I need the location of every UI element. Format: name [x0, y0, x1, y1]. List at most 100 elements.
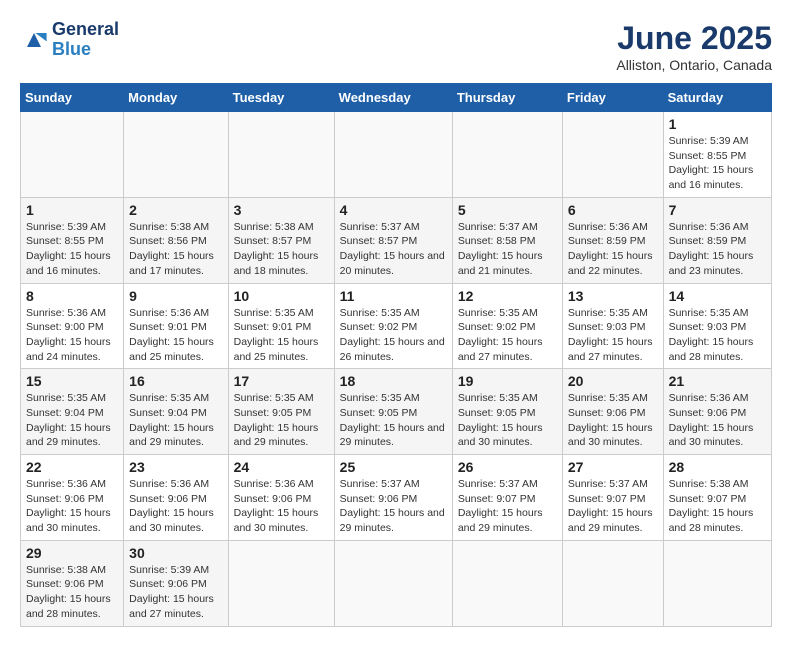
table-row	[334, 112, 452, 198]
table-row: 19 Sunrise: 5:35 AMSunset: 9:05 PMDaylig…	[452, 369, 562, 455]
day-number: 6	[568, 202, 658, 218]
logo-text-blue: Blue	[52, 40, 119, 60]
header-tuesday: Tuesday	[228, 84, 334, 112]
calendar-row: 29 Sunrise: 5:38 AMSunset: 9:06 PMDaylig…	[21, 540, 772, 626]
day-number: 3	[234, 202, 329, 218]
day-detail: Sunrise: 5:36 AMSunset: 9:01 PMDaylight:…	[129, 306, 222, 365]
day-number: 9	[129, 288, 222, 304]
page-header: General Blue June 2025 Alliston, Ontario…	[20, 20, 772, 73]
day-number: 12	[458, 288, 557, 304]
day-number: 11	[340, 288, 447, 304]
calendar-row: 22 Sunrise: 5:36 AMSunset: 9:06 PMDaylig…	[21, 455, 772, 541]
table-row: 25 Sunrise: 5:37 AMSunset: 9:06 PMDaylig…	[334, 455, 452, 541]
day-detail: Sunrise: 5:36 AMSunset: 9:00 PMDaylight:…	[26, 306, 118, 365]
day-number: 19	[458, 373, 557, 389]
day-detail: Sunrise: 5:38 AMSunset: 8:57 PMDaylight:…	[234, 220, 329, 279]
day-detail: Sunrise: 5:38 AMSunset: 9:07 PMDaylight:…	[669, 477, 766, 536]
day-detail: Sunrise: 5:35 AMSunset: 9:05 PMDaylight:…	[234, 391, 329, 450]
day-detail: Sunrise: 5:35 AMSunset: 9:06 PMDaylight:…	[568, 391, 658, 450]
calendar-header: Sunday Monday Tuesday Wednesday Thursday…	[21, 84, 772, 112]
day-number: 4	[340, 202, 447, 218]
day-detail: Sunrise: 5:38 AMSunset: 9:06 PMDaylight:…	[26, 563, 118, 622]
day-number: 7	[669, 202, 766, 218]
day-number: 22	[26, 459, 118, 475]
table-row	[452, 112, 562, 198]
table-row: 29 Sunrise: 5:38 AMSunset: 9:06 PMDaylig…	[21, 540, 124, 626]
month-title: June 2025	[616, 20, 772, 57]
day-detail: Sunrise: 5:39 AMSunset: 8:55 PMDaylight:…	[669, 134, 766, 193]
table-row	[21, 112, 124, 198]
day-detail: Sunrise: 5:35 AMSunset: 9:01 PMDaylight:…	[234, 306, 329, 365]
day-number: 14	[669, 288, 766, 304]
day-detail: Sunrise: 5:38 AMSunset: 8:56 PMDaylight:…	[129, 220, 222, 279]
day-detail: Sunrise: 5:36 AMSunset: 8:59 PMDaylight:…	[669, 220, 766, 279]
header-sunday: Sunday	[21, 84, 124, 112]
calendar-row: 8 Sunrise: 5:36 AMSunset: 9:00 PMDayligh…	[21, 283, 772, 369]
day-detail: Sunrise: 5:35 AMSunset: 9:05 PMDaylight:…	[458, 391, 557, 450]
calendar-row: 1 Sunrise: 5:39 AMSunset: 8:55 PMDayligh…	[21, 112, 772, 198]
day-number: 18	[340, 373, 447, 389]
day-detail: Sunrise: 5:36 AMSunset: 9:06 PMDaylight:…	[234, 477, 329, 536]
calendar-body: 1 Sunrise: 5:39 AMSunset: 8:55 PMDayligh…	[21, 112, 772, 627]
table-row	[562, 112, 663, 198]
calendar-table: Sunday Monday Tuesday Wednesday Thursday…	[20, 83, 772, 627]
day-detail: Sunrise: 5:35 AMSunset: 9:03 PMDaylight:…	[568, 306, 658, 365]
table-row: 22 Sunrise: 5:36 AMSunset: 9:06 PMDaylig…	[21, 455, 124, 541]
day-detail: Sunrise: 5:37 AMSunset: 8:57 PMDaylight:…	[340, 220, 447, 279]
day-number: 13	[568, 288, 658, 304]
table-row	[452, 540, 562, 626]
day-number: 5	[458, 202, 557, 218]
table-row: 15 Sunrise: 5:35 AMSunset: 9:04 PMDaylig…	[21, 369, 124, 455]
day-detail: Sunrise: 5:35 AMSunset: 9:05 PMDaylight:…	[340, 391, 447, 450]
day-detail: Sunrise: 5:37 AMSunset: 8:58 PMDaylight:…	[458, 220, 557, 279]
table-row: 5 Sunrise: 5:37 AMSunset: 8:58 PMDayligh…	[452, 197, 562, 283]
day-number: 8	[26, 288, 118, 304]
day-number: 16	[129, 373, 222, 389]
location: Alliston, Ontario, Canada	[616, 57, 772, 73]
table-row: 1 Sunrise: 5:39 AMSunset: 8:55 PMDayligh…	[21, 197, 124, 283]
table-row: 16 Sunrise: 5:35 AMSunset: 9:04 PMDaylig…	[124, 369, 228, 455]
calendar-row: 1 Sunrise: 5:39 AMSunset: 8:55 PMDayligh…	[21, 197, 772, 283]
day-number: 26	[458, 459, 557, 475]
day-number: 1	[669, 116, 766, 132]
table-row: 1 Sunrise: 5:39 AMSunset: 8:55 PMDayligh…	[663, 112, 771, 198]
table-row: 26 Sunrise: 5:37 AMSunset: 9:07 PMDaylig…	[452, 455, 562, 541]
day-number: 29	[26, 545, 118, 561]
day-number: 17	[234, 373, 329, 389]
table-row: 4 Sunrise: 5:37 AMSunset: 8:57 PMDayligh…	[334, 197, 452, 283]
day-detail: Sunrise: 5:35 AMSunset: 9:02 PMDaylight:…	[458, 306, 557, 365]
day-detail: Sunrise: 5:36 AMSunset: 9:06 PMDaylight:…	[669, 391, 766, 450]
logo-icon	[20, 26, 48, 54]
table-row: 11 Sunrise: 5:35 AMSunset: 9:02 PMDaylig…	[334, 283, 452, 369]
day-detail: Sunrise: 5:39 AMSunset: 9:06 PMDaylight:…	[129, 563, 222, 622]
header-thursday: Thursday	[452, 84, 562, 112]
logo-text-general: General	[52, 20, 119, 40]
day-detail: Sunrise: 5:36 AMSunset: 9:06 PMDaylight:…	[129, 477, 222, 536]
table-row: 8 Sunrise: 5:36 AMSunset: 9:00 PMDayligh…	[21, 283, 124, 369]
table-row: 18 Sunrise: 5:35 AMSunset: 9:05 PMDaylig…	[334, 369, 452, 455]
table-row: 6 Sunrise: 5:36 AMSunset: 8:59 PMDayligh…	[562, 197, 663, 283]
table-row: 21 Sunrise: 5:36 AMSunset: 9:06 PMDaylig…	[663, 369, 771, 455]
day-number: 25	[340, 459, 447, 475]
day-detail: Sunrise: 5:37 AMSunset: 9:07 PMDaylight:…	[568, 477, 658, 536]
day-number: 1	[26, 202, 118, 218]
table-row: 13 Sunrise: 5:35 AMSunset: 9:03 PMDaylig…	[562, 283, 663, 369]
table-row	[228, 540, 334, 626]
day-detail: Sunrise: 5:37 AMSunset: 9:07 PMDaylight:…	[458, 477, 557, 536]
logo: General Blue	[20, 20, 119, 60]
day-number: 10	[234, 288, 329, 304]
table-row: 30 Sunrise: 5:39 AMSunset: 9:06 PMDaylig…	[124, 540, 228, 626]
day-number: 20	[568, 373, 658, 389]
day-number: 2	[129, 202, 222, 218]
day-number: 24	[234, 459, 329, 475]
table-row: 27 Sunrise: 5:37 AMSunset: 9:07 PMDaylig…	[562, 455, 663, 541]
day-number: 27	[568, 459, 658, 475]
table-row	[663, 540, 771, 626]
header-wednesday: Wednesday	[334, 84, 452, 112]
header-saturday: Saturday	[663, 84, 771, 112]
table-row: 9 Sunrise: 5:36 AMSunset: 9:01 PMDayligh…	[124, 283, 228, 369]
day-number: 23	[129, 459, 222, 475]
table-row: 28 Sunrise: 5:38 AMSunset: 9:07 PMDaylig…	[663, 455, 771, 541]
table-row: 10 Sunrise: 5:35 AMSunset: 9:01 PMDaylig…	[228, 283, 334, 369]
table-row: 23 Sunrise: 5:36 AMSunset: 9:06 PMDaylig…	[124, 455, 228, 541]
